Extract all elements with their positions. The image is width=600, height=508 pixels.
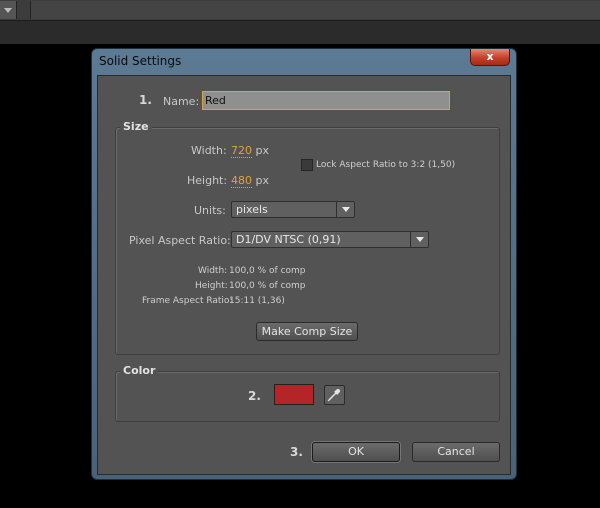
width-value[interactable]: 720 (231, 144, 252, 158)
ok-button[interactable]: OK (312, 442, 400, 462)
units-value: pixels (236, 203, 268, 216)
background-app-toolbar (0, 0, 600, 44)
eyedropper-icon (327, 389, 340, 402)
height-value[interactable]: 480 (231, 174, 252, 188)
height-row: 480 px (231, 174, 270, 188)
solid-settings-dialog: Solid Settings x 1. Name: Red Size Width… (91, 48, 517, 480)
pixel-aspect-ratio-dropdown[interactable]: D1/DV NTSC (0,91) (231, 231, 429, 248)
size-group-title: Size (120, 120, 152, 133)
lock-aspect-checkbox[interactable] (301, 159, 313, 171)
chevron-down-icon (410, 232, 428, 247)
info-height-value: 100,0 % of comp (229, 281, 306, 291)
chevron-down-icon (336, 202, 354, 217)
dialog-body: 1. Name: Red Size Width: 720 px Lock Asp… (97, 75, 511, 475)
units-dropdown[interactable]: pixels (231, 201, 355, 218)
pixel-aspect-ratio-value: D1/DV NTSC (0,91) (236, 233, 341, 246)
name-label: Name: (163, 95, 200, 108)
width-label: Width: (191, 144, 227, 157)
close-button[interactable]: x (470, 49, 510, 66)
info-height-label: Height: (195, 281, 228, 291)
height-unit: px (255, 174, 270, 187)
units-label: Units: (194, 204, 226, 217)
step-3-marker: 3. (290, 445, 303, 459)
step-2-marker: 2. (248, 389, 261, 403)
lock-aspect-label: Lock Aspect Ratio to 3:2 (1,50) (316, 160, 456, 170)
info-frame-aspect-value: 15:11 (1,36) (229, 296, 285, 306)
height-label: Height: (187, 174, 228, 187)
info-width-label: Width: (198, 266, 228, 276)
info-frame-aspect-label: Frame Aspect Ratio: (142, 296, 233, 306)
step-1-marker: 1. (139, 93, 152, 107)
make-comp-size-button[interactable]: Make Comp Size (256, 322, 358, 341)
toolbar-dropdown-button[interactable] (0, 1, 17, 19)
width-row: 720 px (231, 144, 270, 158)
dialog-title: Solid Settings (99, 54, 182, 68)
toolbar-field[interactable] (30, 1, 600, 19)
eyedropper-button[interactable] (324, 385, 345, 405)
pixel-aspect-ratio-label: Pixel Aspect Ratio: (129, 234, 231, 247)
info-width-value: 100,0 % of comp (229, 266, 306, 276)
width-unit: px (255, 144, 270, 157)
color-group-title: Color (120, 364, 159, 377)
cancel-button[interactable]: Cancel (412, 442, 500, 462)
color-swatch[interactable] (274, 384, 314, 405)
name-input[interactable]: Red (202, 91, 450, 110)
toolbar-strip (0, 0, 600, 21)
